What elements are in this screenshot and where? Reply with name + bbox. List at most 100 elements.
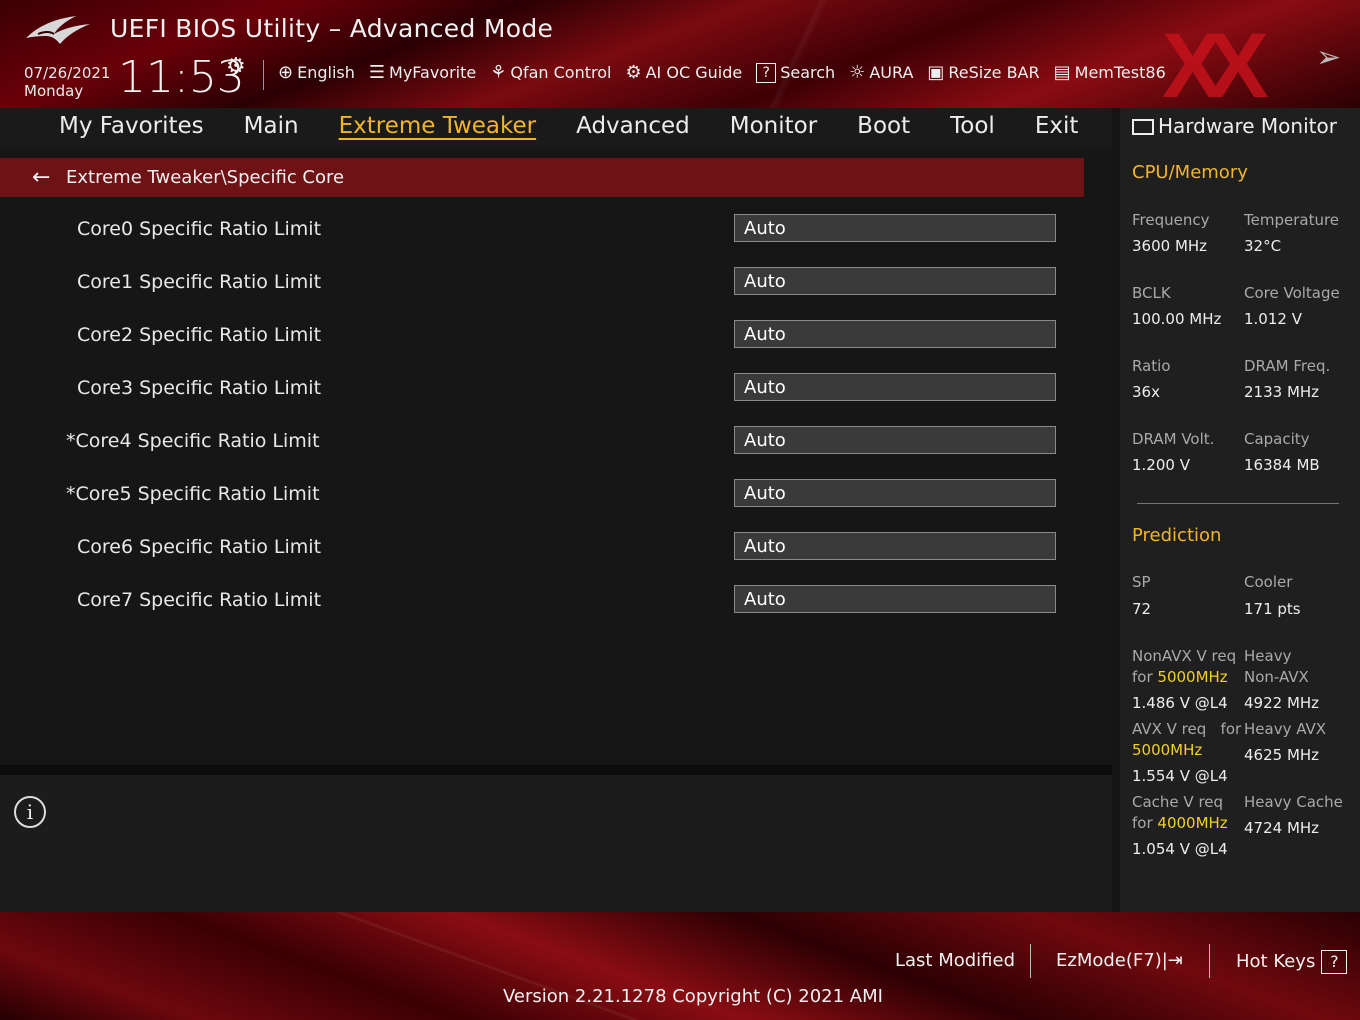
nonavx-voltage-value: 1.486 V @L4 [1132,694,1228,712]
ratio-label: Ratio [1132,357,1171,375]
cooler-label: Cooler [1244,573,1293,591]
setting-value-field[interactable]: Auto [734,479,1056,507]
tab-extreme-tweaker[interactable]: Extreme Tweaker [339,113,537,139]
tab-boot[interactable]: Boot [857,113,910,139]
prediction-heading: Prediction [1132,525,1222,546]
resize-bar-icon: ▣ [927,62,945,83]
toolbar-language-button[interactable]: ⊕ English [278,62,355,83]
toolbar-myfavorite-button[interactable]: ☰ MyFavorite [369,62,476,83]
cache-for-text: for [1132,814,1153,832]
heavy-avx-label: Heavy AVX [1244,720,1327,738]
dram-volt-label: DRAM Volt. [1132,430,1215,448]
avx-vreq-label: AVX V req for [1132,720,1241,738]
breadcrumb: ← Extreme Tweaker\Specific Core [0,158,1084,197]
nonavx-freq-value: 5000MHz [1157,668,1228,686]
toolbar-ai-oc-guide-button[interactable]: ⚙ AI OC Guide [625,62,742,83]
tab-main[interactable]: Main [244,113,299,139]
clock-settings-gear-icon[interactable]: ⚙ [226,54,246,79]
heavy-cache-label: Heavy Cache [1244,793,1343,811]
heavy-nonavx-label-a: Heavy [1244,647,1292,665]
heavy-avx-value: 4625 MHz [1244,746,1320,764]
tab-tool[interactable]: Tool [950,113,995,139]
bclk-label: BCLK [1132,284,1171,302]
capacity-value: 16384 MB [1244,456,1320,474]
monitor-icon [1132,119,1154,135]
setting-row[interactable]: *Core5 Specific Ratio Limit Auto [0,477,1084,517]
setting-row[interactable]: Core0 Specific Ratio Limit Auto [0,212,1084,252]
temperature-label: Temperature [1244,211,1340,229]
toolbar-label: English [297,63,355,82]
ratio-value: 36x [1132,383,1160,401]
exit-arrow-icon: ⇥ [1167,950,1183,971]
memtest-icon: ▤ [1053,62,1071,83]
tab-advanced[interactable]: Advanced [576,113,690,139]
back-arrow-icon[interactable]: ← [32,165,58,190]
avx-vreq-text: AVX V req [1132,720,1207,738]
temperature-value: 32°C [1244,237,1282,255]
date-display: 07/26/2021 Monday [24,64,110,100]
hardware-monitor-divider [1137,503,1339,504]
setting-value-field[interactable]: Auto [734,373,1056,401]
setting-label: Core6 Specific Ratio Limit [77,536,322,558]
setting-row[interactable]: *Core4 Specific Ratio Limit Auto [0,424,1084,464]
help-description-panel [0,775,1112,912]
footer-separator [1030,944,1031,978]
setting-label: Core7 Specific Ratio Limit [77,589,322,611]
frequency-value: 3600 MHz [1132,237,1208,255]
cpu-memory-heading: CPU/Memory [1132,162,1248,183]
toolbar-label: ReSize BAR [948,63,1040,82]
toolbar-label: AURA [869,63,914,82]
setting-row[interactable]: Core3 Specific Ratio Limit Auto [0,371,1084,411]
toolbar-qfan-button[interactable]: ⚘ Qfan Control [490,62,611,83]
cache-freq-value: 4000MHz [1157,814,1228,832]
setting-value-field[interactable]: Auto [734,214,1056,242]
setting-value-field[interactable]: Auto [734,426,1056,454]
nonavx-vreq-label: NonAVX V req [1132,647,1237,665]
toolbar-memtest-button[interactable]: ▤ MemTest86 [1054,62,1166,83]
setting-value-field[interactable]: Auto [734,585,1056,613]
toolbar-label: Qfan Control [510,63,612,82]
date-text: 07/26/2021 [24,64,111,82]
footer-separator [1209,944,1210,978]
rog-logo-icon [26,16,90,44]
setting-value-field[interactable]: Auto [734,267,1056,295]
globe-icon: ⊕ [278,62,294,83]
toolbar-label: MyFavorite [389,63,477,82]
setting-row[interactable]: Core7 Specific Ratio Limit Auto [0,583,1084,623]
hardware-monitor-title-text: Hardware Monitor [1158,114,1337,138]
tab-monitor[interactable]: Monitor [730,113,817,139]
avx-freq-value: 5000MHz [1132,741,1203,759]
version-text: Version 2.21.1278 Copyright (C) 2021 AMI [503,986,883,1007]
day-text: Monday [24,82,84,100]
ai-chip-icon: ⚙ [625,62,642,83]
hot-keys-label: Hot Keys [1236,951,1316,972]
frequency-label: Frequency [1132,211,1210,229]
last-modified-button[interactable]: Last Modified [895,950,1015,971]
info-icon: i [14,796,46,828]
setting-value-field[interactable]: Auto [734,532,1056,560]
hot-keys-button[interactable]: Hot Keys? [1236,950,1348,974]
toolbar-search-button[interactable]: ? Search [756,62,835,83]
search-help-icon: ? [756,62,777,83]
main-menu: My Favorites Main Extreme Tweaker Advanc… [59,113,1118,139]
ezmode-button[interactable]: EzMode(F7)|⇥ [1056,950,1183,971]
setting-value-field[interactable]: Auto [734,320,1056,348]
mouse-cursor-icon: ➢ [1316,40,1342,75]
setting-row[interactable]: Core2 Specific Ratio Limit Auto [0,318,1084,358]
setting-row[interactable]: Core1 Specific Ratio Limit Auto [0,265,1084,305]
heavy-cache-value: 4724 MHz [1244,819,1320,837]
setting-row[interactable]: Core6 Specific Ratio Limit Auto [0,530,1084,570]
avx-for-text: for [1220,720,1242,738]
hardware-monitor-title: Hardware Monitor [1132,114,1337,138]
toolbar-separator [263,60,264,90]
sp-value: 72 [1132,600,1152,618]
toolbar-resize-bar-button[interactable]: ▣ ReSize BAR [927,62,1039,83]
tab-my-favorites[interactable]: My Favorites [59,113,204,139]
dram-freq-value: 2133 MHz [1244,383,1320,401]
tab-exit[interactable]: Exit [1035,113,1079,139]
capacity-label: Capacity [1244,430,1310,448]
toolbar-aura-button[interactable]: ☼ AURA [849,62,913,83]
setting-label: Core0 Specific Ratio Limit [77,218,322,240]
cache-voltage-value: 1.054 V @L4 [1132,840,1228,858]
aura-light-icon: ☼ [849,62,866,83]
